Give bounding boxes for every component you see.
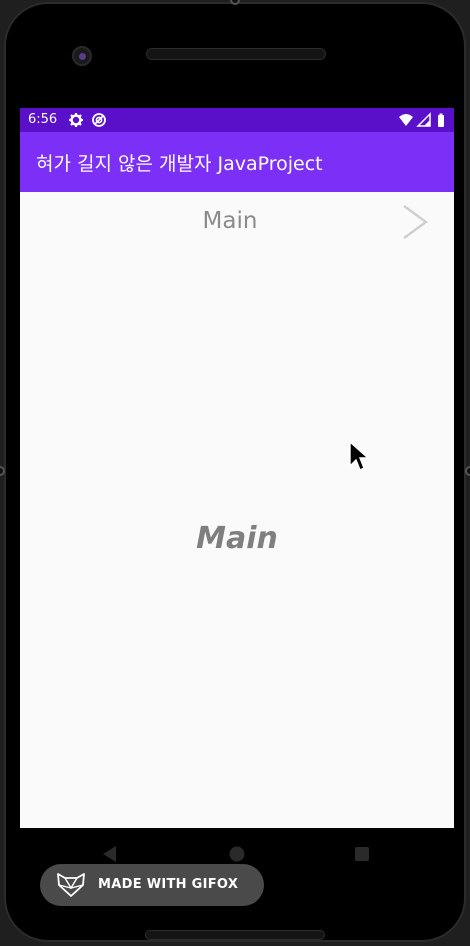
sync-icon (92, 113, 106, 127)
settings-icon (69, 113, 83, 127)
resize-handle-right[interactable] (465, 466, 470, 476)
status-bar: 6:56 (20, 108, 454, 132)
app-bar: 혀가 길지 않은 개발자 JavaProject (20, 132, 454, 192)
battery-icon (438, 113, 444, 127)
device-frame: 6:56 혀가 길지 않은 개발자 JavaProject Main Main … (0, 0, 470, 946)
gifox-label: MADE WITH GIFOX (98, 877, 239, 892)
status-time: 6:56 (28, 112, 58, 127)
front-camera (72, 46, 92, 66)
chevron-right-icon[interactable] (400, 202, 430, 242)
mouse-cursor-icon (349, 440, 370, 471)
app-screen: 6:56 혀가 길지 않은 개발자 JavaProject Main Main (20, 108, 454, 828)
gifox-watermark: MADE WITH GIFOX (40, 864, 264, 906)
home-icon[interactable] (225, 842, 249, 866)
app-title: 혀가 길지 않은 개발자 JavaProject (36, 153, 323, 175)
wifi-icon (399, 114, 413, 126)
signal-icon (416, 112, 431, 127)
page-header-title: Main (202, 208, 258, 234)
bottom-speaker (145, 930, 325, 940)
main-label: Main (196, 521, 278, 556)
back-icon[interactable] (98, 842, 122, 866)
recents-icon[interactable] (350, 842, 374, 866)
earpiece-speaker (146, 48, 326, 60)
fox-logo-icon (57, 873, 85, 897)
